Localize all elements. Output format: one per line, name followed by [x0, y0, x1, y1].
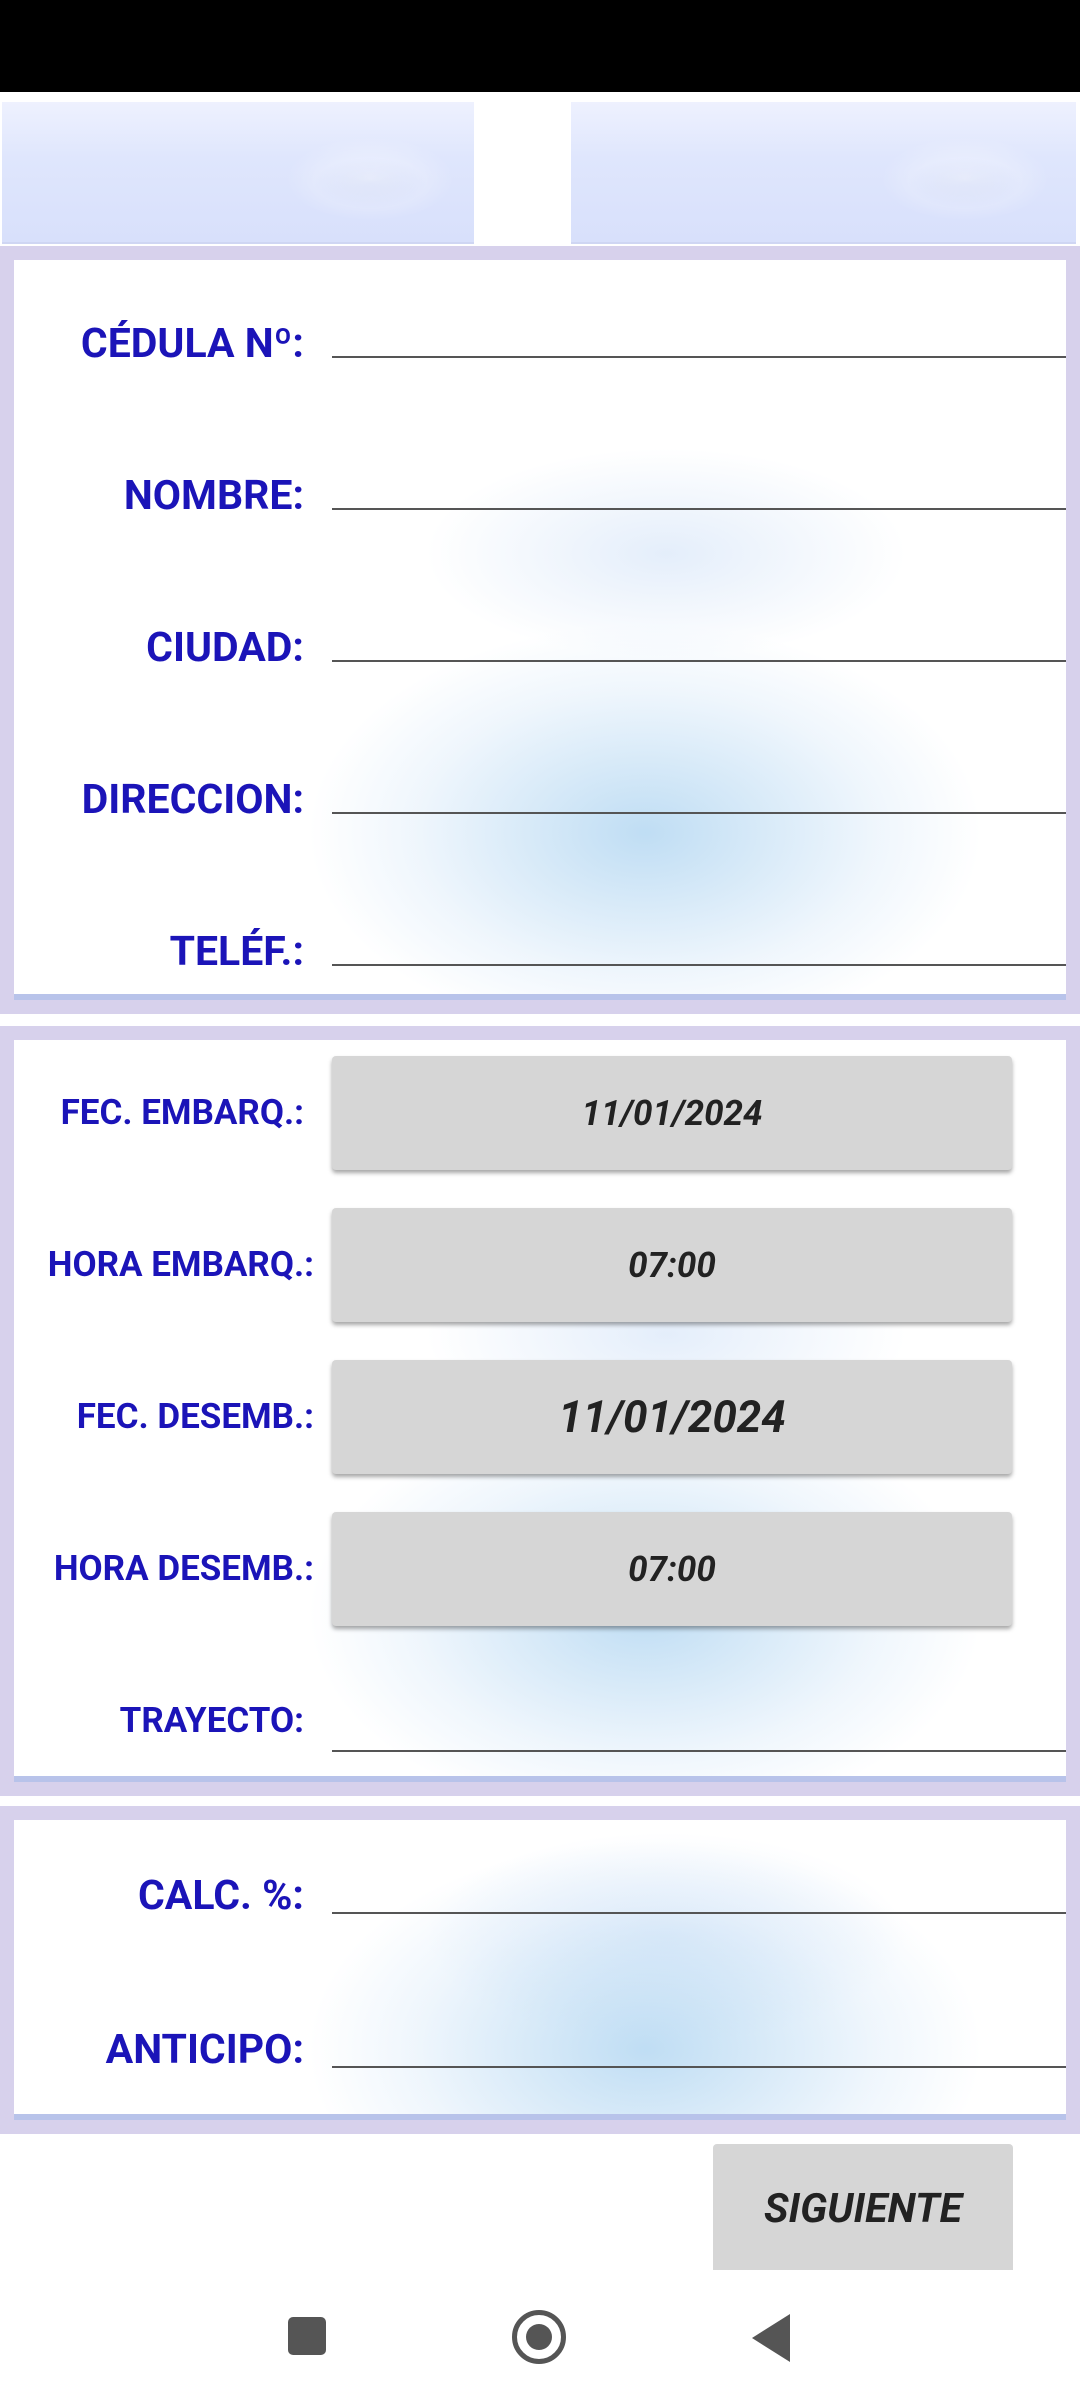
direccion-input[interactable]: [332, 812, 1066, 814]
anticipo-label: ANTICIPO:: [105, 2026, 304, 2074]
telefono-label: TELÉF.:: [169, 928, 304, 976]
hora-embarque-button[interactable]: 07:00: [332, 1208, 1012, 1322]
trayecto-label: TRAYECTO:: [119, 1700, 304, 1741]
header-image-left: [2, 102, 474, 244]
calc-input[interactable]: [332, 1912, 1066, 1914]
navigation-bar: [0, 2270, 1080, 2400]
fec-desembarque-button[interactable]: 11/01/2024: [332, 1360, 1012, 1474]
cedula-label: CÉDULA Nº:: [80, 320, 304, 368]
hora-embarque-label: HORA EMBARQ.:: [47, 1244, 314, 1285]
direccion-label: DIRECCION:: [81, 776, 304, 824]
calc-label: CALC. %:: [137, 1872, 304, 1920]
fec-embarque-button[interactable]: 11/01/2024: [332, 1056, 1012, 1170]
square-icon[interactable]: [288, 2317, 326, 2355]
hora-desembarque-label: HORA DESEMB.:: [53, 1548, 314, 1589]
calc-panel: CALC. %: ANTICIPO:: [0, 1806, 1080, 2134]
hora-desembarque-button[interactable]: 07:00: [332, 1512, 1012, 1626]
status-bar: [0, 0, 1080, 92]
next-button[interactable]: SIGUIENTE: [713, 2144, 1013, 2274]
triangle-back-icon[interactable]: [752, 2314, 790, 2362]
header-image-right: [571, 102, 1076, 244]
trip-panel: FEC. EMBARQ.: 11/01/2024 HORA EMBARQ.: 0…: [0, 1026, 1080, 1796]
ciudad-label: CIUDAD:: [146, 624, 304, 672]
cedula-input[interactable]: [332, 356, 1066, 358]
personal-info-panel: CÉDULA Nº: NOMBRE: CIUDAD: DIRECCION: TE…: [0, 246, 1080, 1014]
nombre-input[interactable]: [332, 508, 1066, 510]
telefono-input[interactable]: [332, 964, 1066, 966]
fec-desembarque-label: FEC. DESEMB.:: [76, 1396, 314, 1437]
trayecto-input[interactable]: [332, 1750, 1066, 1752]
anticipo-input[interactable]: [332, 2066, 1066, 2068]
ciudad-input[interactable]: [332, 660, 1066, 662]
fec-embarque-label: FEC. EMBARQ.:: [60, 1092, 304, 1133]
circle-icon[interactable]: [512, 2310, 566, 2364]
nombre-label: NOMBRE:: [123, 472, 304, 520]
